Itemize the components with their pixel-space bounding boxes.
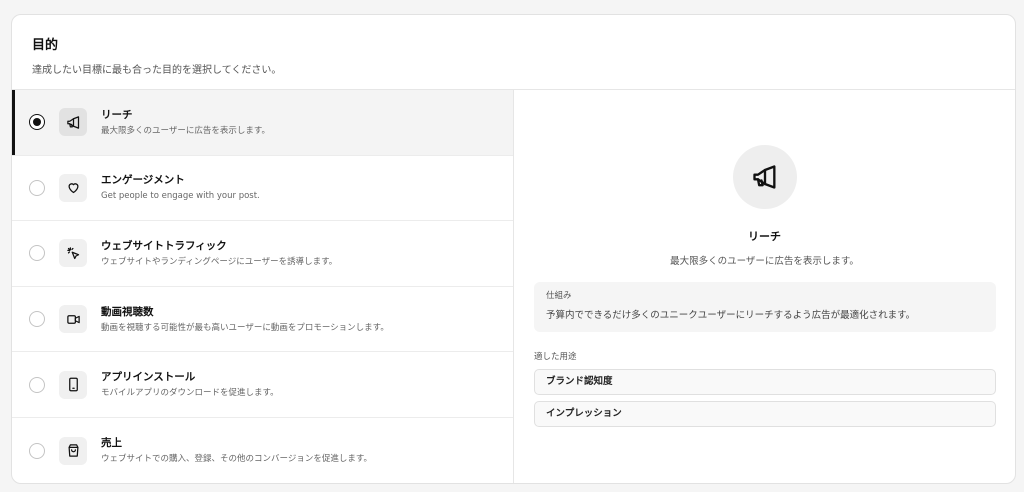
objective-item-video-views[interactable]: 動画視聴数 動画を視聴する可能性が最も高いユーザーに動画をプロモーションします。: [12, 287, 513, 353]
heart-icon: [59, 173, 87, 202]
card-body: リーチ 最大限多くのユーザーに広告を表示します。 エンゲージメント Get pe…: [12, 90, 1015, 483]
radio-button[interactable]: [29, 114, 45, 131]
objective-description: ウェブサイトやランディングページにユーザーを誘導します。: [101, 256, 338, 267]
objective-item-website-traffic[interactable]: ウェブサイトトラフィック ウェブサイトやランディングページにユーザーを誘導します…: [12, 221, 513, 287]
objective-item-app-install[interactable]: アプリインストール モバイルアプリのダウンロードを促進します。: [12, 352, 513, 418]
objective-item-engagement[interactable]: エンゲージメント Get people to engage with your …: [12, 156, 513, 222]
detail-title: リーチ: [748, 230, 781, 243]
use-chip: ブランド認知度: [534, 369, 996, 395]
uses-label: 適した用途: [534, 352, 577, 362]
shopping-bag-icon: [59, 436, 87, 465]
objective-title: 売上: [101, 437, 122, 450]
mechanism-label: 仕組み: [546, 291, 572, 301]
objective-list: リーチ 最大限多くのユーザーに広告を表示します。 エンゲージメント Get pe…: [12, 90, 514, 483]
radio-button[interactable]: [29, 245, 45, 262]
page-subtitle: 達成したい目標に最も合った目的を選択してください。: [32, 65, 282, 76]
megaphone-icon: [59, 108, 87, 137]
page-title: 目的: [32, 38, 59, 53]
objective-description: 動画を視聴する可能性が最も高いユーザーに動画をプロモーションします。: [101, 322, 389, 333]
objective-title: アプリインストール: [101, 371, 196, 384]
cursor-click-icon: [59, 239, 87, 268]
objective-title: リーチ: [101, 108, 133, 121]
mechanism-box: 仕組み 予算内でできるだけ多くのユニークユーザーにリーチするよう広告が最適化され…: [534, 282, 996, 332]
use-chip: インプレッション: [534, 401, 996, 427]
radio-button[interactable]: [29, 442, 45, 459]
radio-button[interactable]: [29, 376, 45, 393]
radio-button[interactable]: [29, 311, 45, 328]
objective-card: 目的 達成したい目標に最も合った目的を選択してください。 リーチ 最大限多くのユ…: [11, 14, 1016, 484]
objective-detail-panel: リーチ 最大限多くのユーザーに広告を表示します。 仕組み 予算内でできるだけ多く…: [514, 90, 1015, 483]
smartphone-icon: [59, 370, 87, 399]
objective-description: モバイルアプリのダウンロードを促進します。: [101, 388, 279, 399]
objective-title: 動画視聴数: [101, 305, 154, 318]
objective-description: 最大限多くのユーザーに広告を表示します。: [101, 125, 270, 136]
radio-button[interactable]: [29, 179, 45, 196]
detail-description: 最大限多くのユーザーに広告を表示します。: [670, 256, 859, 267]
objective-title: ウェブサイトトラフィック: [101, 239, 227, 252]
objective-description: ウェブサイトでの購入、登録、その他のコンバージョンを促進します。: [101, 454, 372, 465]
objective-description: Get people to engage with your post.: [101, 191, 260, 202]
video-icon: [59, 305, 87, 334]
objective-title: エンゲージメント: [101, 174, 185, 187]
objective-item-reach[interactable]: リーチ 最大限多くのユーザーに広告を表示します。: [12, 90, 513, 156]
objective-item-sales[interactable]: 売上 ウェブサイトでの購入、登録、その他のコンバージョンを促進します。: [12, 418, 513, 483]
card-header: 目的 達成したい目標に最も合った目的を選択してください。: [12, 15, 1015, 90]
mechanism-text: 予算内でできるだけ多くのユニークユーザーにリーチするよう広告が最適化されます。: [546, 310, 916, 321]
megaphone-icon: [733, 145, 797, 209]
